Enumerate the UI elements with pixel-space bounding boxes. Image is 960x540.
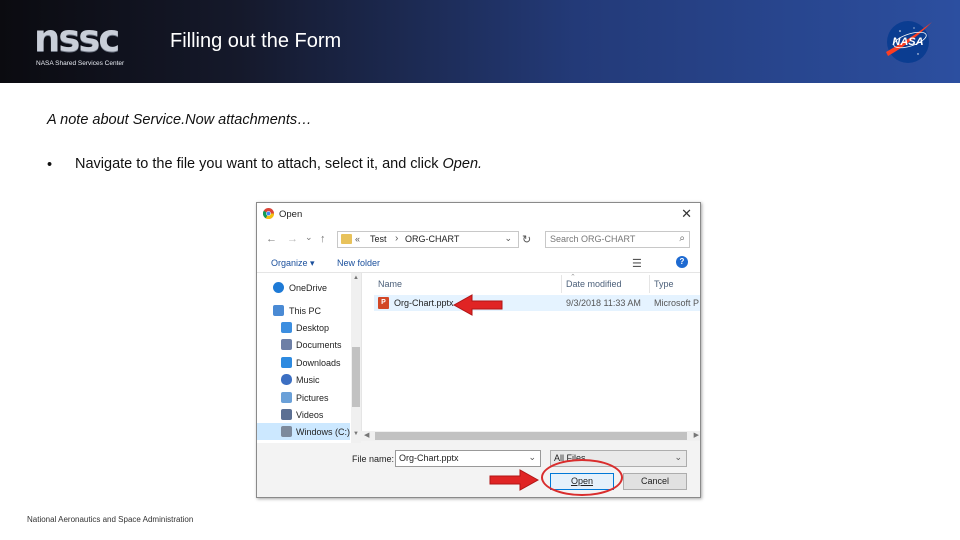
breadcrumb-segment-org-chart[interactable]: ORG-CHART bbox=[405, 234, 459, 244]
file-list-pane: ⌃ Name Date modified Type P Org-Chart.pp… bbox=[361, 273, 700, 433]
nav-item-music[interactable]: Music bbox=[257, 371, 350, 388]
nav-item-windows-c[interactable]: Windows (C:) bbox=[257, 423, 350, 440]
help-icon[interactable]: ? bbox=[676, 256, 688, 268]
nav-item-label: Documents bbox=[296, 340, 342, 350]
recent-locations-chevron-icon[interactable]: ⌄ bbox=[305, 232, 313, 243]
nasa-logo: NASA bbox=[886, 21, 932, 63]
new-folder-button[interactable]: New folder bbox=[337, 258, 380, 268]
dialog-title: Open bbox=[279, 209, 303, 220]
scroll-left-icon[interactable]: ◀ bbox=[364, 431, 369, 439]
red-arrow-to-open-icon bbox=[489, 469, 540, 491]
file-name-value: Org-Chart.pptx bbox=[399, 453, 459, 463]
column-divider[interactable] bbox=[561, 275, 562, 293]
slide-title: Filling out the Form bbox=[170, 30, 342, 52]
search-icon[interactable]: ⌕ bbox=[679, 233, 685, 244]
nav-item-label: Music bbox=[296, 375, 320, 385]
nssc-logo-subtitle: NASA Shared Services Center bbox=[36, 60, 125, 67]
search-placeholder: Search ORG-CHART bbox=[550, 234, 636, 244]
navigation-pane-scrollbar[interactable]: ▲ ▼ bbox=[351, 273, 361, 443]
breadcrumb-segment-test[interactable]: Test bbox=[370, 234, 387, 244]
file-name-field[interactable]: Org-Chart.pptx ⌄ bbox=[395, 450, 541, 467]
navigation-bar: ← → ⌄ ↑ « Test › ORG-CHART ⌄ ↻ Search OR… bbox=[257, 225, 700, 253]
open-file-dialog: Open ✕ ← → ⌄ ↑ « Test › ORG-CHART ⌄ ↻ Se… bbox=[256, 202, 701, 498]
up-arrow-icon[interactable]: ↑ bbox=[320, 233, 326, 245]
computer-icon bbox=[273, 305, 284, 316]
open-button-highlight-circle bbox=[541, 459, 623, 496]
scrollbar-thumb[interactable] bbox=[352, 347, 360, 407]
bullet-emphasis: Open. bbox=[442, 156, 483, 172]
nav-item-label: This PC bbox=[289, 306, 322, 316]
nav-item-pictures[interactable]: Pictures bbox=[257, 389, 350, 406]
refresh-icon[interactable]: ↻ bbox=[522, 233, 531, 246]
address-dropdown-icon[interactable]: ⌄ bbox=[504, 233, 512, 244]
powerpoint-file-icon: P bbox=[378, 297, 389, 309]
nav-item-downloads[interactable]: Downloads bbox=[257, 354, 350, 371]
onedrive-icon bbox=[273, 282, 284, 293]
desktop-icon bbox=[281, 322, 292, 333]
address-bar[interactable]: « Test › ORG-CHART ⌄ bbox=[337, 231, 519, 248]
back-arrow-icon[interactable]: ← bbox=[266, 233, 277, 245]
nav-item-desktop[interactable]: Desktop bbox=[257, 319, 350, 336]
change-view-icon[interactable]: ☰ bbox=[632, 257, 642, 270]
nssc-logo: nssc NASA Shared Services Center bbox=[34, 20, 134, 70]
navigation-pane: OneDrive This PC Desktop Documents Downl… bbox=[257, 273, 361, 443]
file-date-modified: 9/3/2018 11:33 AM bbox=[566, 298, 641, 308]
nav-item-label: Downloads bbox=[296, 358, 341, 368]
header-banner: nssc NASA Shared Services Center Filling… bbox=[0, 0, 960, 83]
bullet-text-main: Navigate to the file you want to attach,… bbox=[75, 156, 443, 172]
search-input[interactable]: Search ORG-CHART ⌕ bbox=[545, 231, 690, 248]
nav-item-onedrive[interactable]: OneDrive bbox=[257, 279, 350, 296]
breadcrumb-separator-icon[interactable]: › bbox=[395, 233, 398, 244]
drive-icon bbox=[281, 426, 292, 437]
cancel-button[interactable]: Cancel bbox=[623, 473, 687, 490]
file-type: Microsoft P bbox=[654, 298, 700, 308]
forward-arrow-icon[interactable]: → bbox=[287, 233, 298, 245]
overflow-chevron-icon[interactable]: « bbox=[355, 234, 360, 244]
file-type-dropdown-icon[interactable]: ⌄ bbox=[674, 452, 682, 463]
file-name: Org-Chart.pptx bbox=[394, 298, 454, 308]
scroll-right-icon[interactable]: ▶ bbox=[694, 431, 699, 439]
dialog-footer: File name: Org-Chart.pptx ⌄ All Files ⌄ … bbox=[257, 443, 700, 497]
nav-item-label: Windows (C:) bbox=[296, 427, 351, 437]
nav-item-label: Desktop bbox=[296, 323, 330, 333]
file-name-dropdown-icon[interactable]: ⌄ bbox=[528, 452, 536, 463]
organize-menu-button[interactable]: Organize ▾ bbox=[271, 258, 315, 269]
nav-item-label: Videos bbox=[296, 410, 324, 420]
command-bar: Organize ▾ New folder ☰ ? bbox=[257, 253, 700, 273]
column-divider[interactable] bbox=[649, 275, 650, 293]
bullet-text: Navigate to the file you want to attach,… bbox=[75, 156, 482, 172]
chrome-icon bbox=[263, 208, 274, 219]
documents-icon bbox=[281, 339, 292, 350]
file-name-label: File name: bbox=[352, 454, 395, 464]
close-icon[interactable]: ✕ bbox=[681, 206, 692, 222]
folder-icon bbox=[341, 234, 352, 244]
bullet-dot: • bbox=[47, 157, 53, 173]
nav-item-documents[interactable]: Documents bbox=[257, 336, 350, 353]
column-header-type[interactable]: Type bbox=[654, 279, 674, 289]
nav-item-videos[interactable]: Videos bbox=[257, 406, 350, 423]
nav-item-label: Pictures bbox=[296, 393, 329, 403]
dialog-titlebar: Open ✕ bbox=[257, 203, 700, 225]
music-icon bbox=[281, 374, 292, 385]
scroll-up-icon[interactable]: ▲ bbox=[353, 275, 359, 281]
column-header-date-modified[interactable]: Date modified bbox=[566, 279, 622, 289]
downloads-icon bbox=[281, 357, 292, 368]
scrollbar-thumb[interactable] bbox=[375, 432, 687, 440]
file-list-horizontal-scrollbar[interactable]: ◀ ▶ bbox=[361, 431, 700, 441]
red-arrow-to-file-icon bbox=[452, 294, 503, 316]
scroll-down-icon[interactable]: ▼ bbox=[353, 431, 359, 437]
nasa-logo-text: NASA bbox=[892, 36, 923, 48]
section-heading: A note about Service.Now attachments… bbox=[47, 112, 312, 128]
pictures-icon bbox=[281, 392, 292, 403]
nssc-logo-text: nssc bbox=[34, 17, 120, 60]
column-header-name[interactable]: Name bbox=[378, 279, 402, 289]
footer-text: National Aeronautics and Space Administr… bbox=[27, 515, 194, 524]
nav-item-this-pc[interactable]: This PC bbox=[257, 302, 350, 319]
file-row[interactable]: P Org-Chart.pptx 9/3/2018 11:33 AM Micro… bbox=[374, 295, 700, 311]
videos-icon bbox=[281, 409, 292, 420]
nav-item-label: OneDrive bbox=[289, 283, 328, 293]
